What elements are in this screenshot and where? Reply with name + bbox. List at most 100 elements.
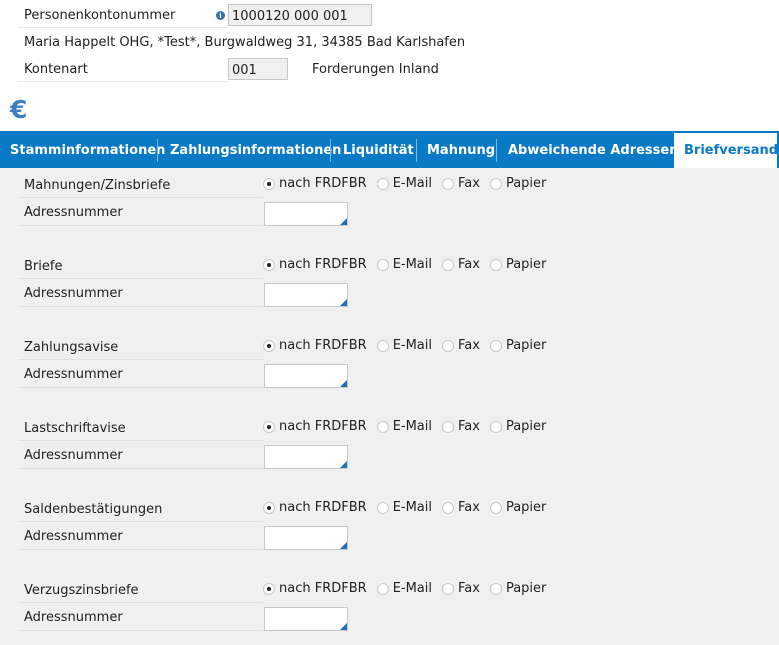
radio-button[interactable] [489, 420, 502, 433]
divider [18, 387, 263, 388]
divider [18, 81, 228, 82]
radio-button[interactable] [263, 501, 275, 514]
delivery-radio-group-lastschriftavise: nach FRDFBR E-Mail Fax Papier [263, 419, 556, 434]
delivery-radio-group-saldenbestaetigungen: nach FRDFBR E-Mail Fax Papier [263, 500, 556, 515]
radio-option-label: nach FRDFBR [279, 419, 367, 434]
address-number-label: Adressnummer [24, 610, 123, 625]
divider [18, 602, 263, 603]
radio-option-nach-frdfbr[interactable]: nach FRDFBR [263, 338, 367, 353]
radio-button[interactable] [263, 258, 275, 271]
divider [18, 440, 263, 441]
radio-option-e-mail[interactable]: E-Mail [376, 581, 432, 596]
radio-button[interactable] [442, 258, 454, 271]
tab-briefversand[interactable]: Briefversand [674, 131, 778, 168]
radio-option-fax[interactable]: Fax [442, 419, 480, 434]
radio-button[interactable] [376, 177, 389, 190]
address-number-input-mahnungen-zinsbriefe[interactable] [264, 202, 348, 226]
radio-button[interactable] [376, 582, 389, 595]
radio-option-label: nach FRDFBR [279, 257, 367, 272]
radio-button[interactable] [263, 582, 275, 595]
tab-liquiditaet[interactable]: Liquidität [333, 131, 416, 168]
radio-button[interactable] [442, 339, 454, 352]
delivery-radio-group-verzugszinsbriefe: nach FRDFBR E-Mail Fax Papier [263, 581, 556, 596]
radio-button[interactable] [376, 501, 389, 514]
radio-button[interactable] [489, 258, 502, 271]
account-type-field[interactable]: 001 [228, 58, 288, 80]
divider [18, 306, 263, 307]
radio-option-fax[interactable]: Fax [442, 257, 480, 272]
radio-option-nach-frdfbr[interactable]: nach FRDFBR [263, 500, 367, 515]
radio-option-label: Papier [505, 500, 547, 515]
radio-option-e-mail[interactable]: E-Mail [376, 338, 432, 353]
radio-button[interactable] [442, 177, 454, 190]
customer-address-text: Maria Happelt OHG, *Test*, Burgwaldweg 3… [24, 35, 466, 50]
tab-separator [157, 139, 158, 162]
radio-option-label: E-Mail [392, 257, 432, 272]
radio-button[interactable] [489, 501, 502, 514]
radio-option-label: nach FRDFBR [279, 581, 367, 596]
tab-mahnung[interactable]: Mahnung [417, 131, 496, 168]
radio-button[interactable] [489, 177, 502, 190]
radio-button[interactable] [376, 420, 389, 433]
section-label-verzugszinsbriefe: Verzugszinsbriefe [24, 583, 139, 598]
radio-button[interactable] [376, 258, 389, 271]
radio-option-papier[interactable]: Papier [489, 176, 547, 191]
radio-option-label: Fax [458, 257, 480, 272]
radio-option-papier[interactable]: Papier [489, 581, 547, 596]
radio-button[interactable] [489, 339, 502, 352]
address-number-input-lastschriftavise[interactable] [264, 445, 348, 469]
divider [18, 197, 263, 198]
radio-button[interactable] [442, 582, 454, 595]
divider [18, 278, 263, 279]
radio-button[interactable] [263, 177, 275, 190]
radio-option-nach-frdfbr[interactable]: nach FRDFBR [263, 581, 367, 596]
section-label-briefe: Briefe [24, 259, 63, 274]
radio-option-label: nach FRDFBR [279, 176, 367, 191]
radio-option-nach-frdfbr[interactable]: nach FRDFBR [263, 257, 367, 272]
radio-option-nach-frdfbr[interactable]: nach FRDFBR [263, 176, 367, 191]
radio-option-fax[interactable]: Fax [442, 500, 480, 515]
radio-option-papier[interactable]: Papier [489, 338, 546, 353]
radio-option-papier[interactable]: Papier [489, 500, 547, 515]
radio-button[interactable] [442, 501, 454, 514]
address-number-input-zahlungsavise[interactable] [264, 364, 348, 388]
account-type-label: Kontenart [24, 62, 88, 77]
radio-button[interactable] [442, 420, 454, 433]
address-number-input-briefe[interactable] [264, 283, 348, 307]
radio-option-papier[interactable]: Papier [489, 257, 547, 272]
briefversand-panel: Mahnungen/Zinsbriefe nach FRDFBR E-Mail Fax… [0, 168, 779, 645]
divider [18, 521, 263, 522]
address-number-input-verzugszinsbriefe[interactable] [264, 607, 348, 631]
tab-stamminformationen[interactable]: Stamminformationen [0, 131, 165, 168]
radio-option-fax[interactable]: Fax [442, 176, 480, 191]
radio-button[interactable] [489, 582, 502, 595]
radio-option-nach-frdfbr[interactable]: nach FRDFBR [263, 419, 367, 434]
radio-option-label: nach FRDFBR [279, 500, 367, 515]
radio-option-label: Papier [505, 176, 547, 191]
info-icon[interactable]: i [216, 11, 225, 20]
tab-bar: Stamminformationen Zahlungsinformationen… [0, 131, 779, 168]
radio-option-fax[interactable]: Fax [442, 338, 480, 353]
radio-option-label: E-Mail [392, 581, 432, 596]
radio-button[interactable] [376, 339, 389, 352]
radio-option-fax[interactable]: Fax [442, 581, 480, 596]
divider [18, 468, 263, 469]
address-number-label: Adressnummer [24, 205, 123, 220]
address-number-input-saldenbestaetigungen[interactable] [264, 526, 348, 550]
radio-option-e-mail[interactable]: E-Mail [376, 500, 432, 515]
tab-abweichende-adressen[interactable]: Abweichende Adressen [498, 131, 678, 168]
radio-option-papier[interactable]: Papier [489, 419, 547, 434]
radio-option-label: Papier [505, 419, 547, 434]
radio-option-e-mail[interactable]: E-Mail [376, 257, 432, 272]
radio-option-label: Papier [505, 581, 547, 596]
radio-option-e-mail[interactable]: E-Mail [376, 176, 432, 191]
account-number-field[interactable]: 1000120 000 001 [228, 4, 372, 26]
radio-option-label: Papier [505, 257, 547, 272]
tab-zahlungsinformationen[interactable]: Zahlungsinformationen [160, 131, 341, 168]
radio-option-label: E-Mail [392, 500, 432, 515]
radio-button[interactable] [263, 339, 275, 352]
radio-button[interactable] [263, 420, 275, 433]
radio-option-e-mail[interactable]: E-Mail [376, 419, 432, 434]
radio-option-label: E-Mail [392, 419, 432, 434]
section-label-saldenbestaetigungen: Saldenbestätigungen [24, 502, 163, 517]
